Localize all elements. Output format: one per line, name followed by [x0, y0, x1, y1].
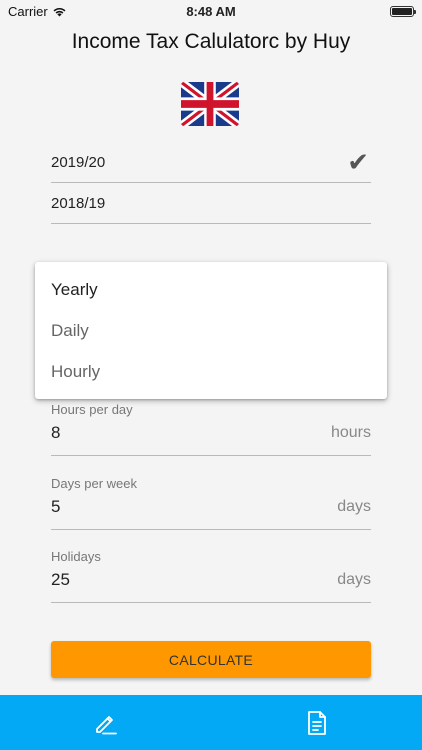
field-unit: hours — [330, 424, 371, 441]
carrier-label: Carrier — [8, 3, 48, 19]
holidays-input[interactable]: 25 — [51, 570, 70, 590]
holidays-field[interactable]: Holidays 25 days — [51, 549, 371, 603]
year-label: 2018/19 — [51, 194, 106, 212]
hours-per-day-input[interactable]: 8 — [51, 423, 60, 443]
document-icon — [307, 710, 326, 735]
field-label: Days per week — [51, 476, 137, 491]
uk-flag-icon — [181, 82, 239, 126]
page-title: Income Tax Calulatorc by Huy — [71, 30, 351, 53]
field-label: Holidays — [51, 549, 101, 564]
wifi-icon — [53, 7, 66, 16]
year-option-2018-19[interactable]: 2018/19 — [51, 183, 371, 224]
dropdown-item-daily[interactable]: Daily — [35, 310, 387, 351]
dropdown-item-hourly[interactable]: Hourly — [35, 351, 387, 392]
year-label: 2019/20 — [51, 153, 106, 171]
status-left: Carrier — [8, 4, 67, 19]
tab-edit[interactable] — [0, 695, 211, 750]
bottom-tab-bar — [0, 695, 422, 750]
field-unit: days — [337, 498, 371, 515]
field-unit: days — [337, 571, 371, 588]
tab-document[interactable] — [211, 695, 422, 750]
days-per-week-field[interactable]: Days per week 5 days — [51, 476, 371, 530]
check-icon: ✔ — [347, 146, 369, 177]
hours-per-day-field[interactable]: Hours per day 8 hours — [51, 402, 371, 456]
battery-icon — [390, 5, 416, 17]
status-bar: Carrier — [0, 0, 422, 22]
pencil-icon — [95, 715, 117, 734]
year-option-2019-20[interactable]: 2019/20 ✔ — [51, 142, 371, 183]
calculate-button[interactable]: CALCULATE — [51, 641, 371, 678]
days-per-week-input[interactable]: 5 — [51, 497, 60, 517]
period-dropdown-menu: Yearly Daily Hourly — [35, 262, 387, 399]
dropdown-item-yearly[interactable]: Yearly — [35, 269, 387, 310]
field-label: Hours per day — [51, 402, 133, 417]
